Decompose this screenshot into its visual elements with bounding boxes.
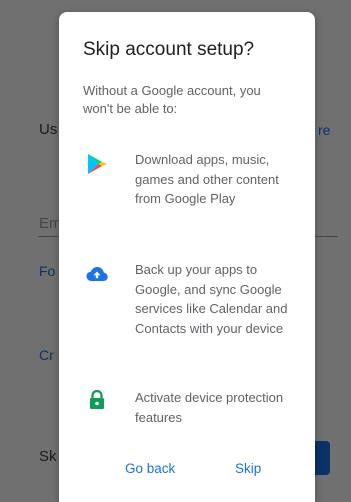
google-play-icon (85, 152, 109, 176)
feature-item-text: Back up your apps to Google, and sync Go… (135, 262, 288, 336)
dialog-actions: Go back Skip (59, 461, 315, 485)
go-back-button[interactable]: Go back (125, 461, 175, 476)
skip-button[interactable]: Skip (235, 461, 261, 476)
lock-icon (85, 388, 109, 412)
dialog-title: Skip account setup? (83, 39, 255, 60)
skip-account-dialog: Skip account setup? Without a Google acc… (59, 12, 315, 502)
feature-item-text: Download apps, music, games and other co… (135, 152, 279, 206)
dialog-subtitle: Without a Google account, you won't be a… (83, 83, 261, 116)
cloud-upload-icon (85, 262, 109, 286)
feature-item-text: Activate device protection features (135, 390, 284, 425)
